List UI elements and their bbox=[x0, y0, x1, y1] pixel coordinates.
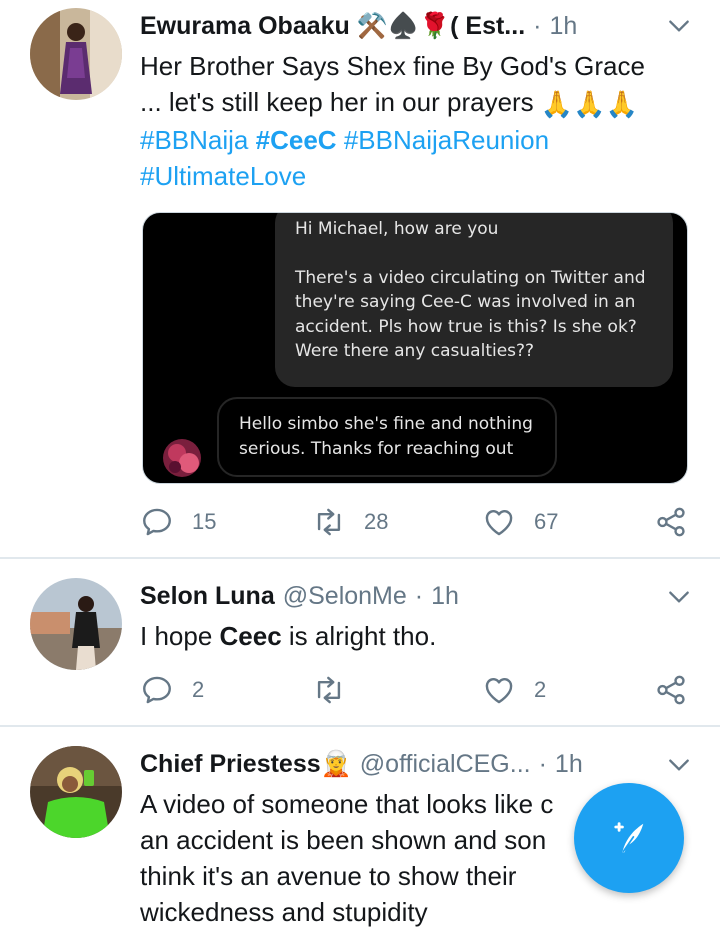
tweet-text-line: Her Brother Says Shex fine By God's Grac… bbox=[140, 51, 645, 81]
chat-bubble-sent: Hi Michael, how are you There's a video … bbox=[275, 213, 673, 387]
share-icon bbox=[657, 675, 685, 705]
chat-message: Hello simbo she's fine and nothing serio… bbox=[239, 414, 533, 459]
tweet-header: Selon Luna @SelonMe · 1h bbox=[140, 576, 650, 616]
tweet-divider bbox=[0, 725, 720, 727]
like-button[interactable]: 2 bbox=[482, 670, 546, 710]
reply-count: 15 bbox=[192, 509, 217, 534]
separator-dot: · bbox=[533, 11, 542, 40]
user-handle[interactable]: @officialCEG... bbox=[360, 750, 531, 779]
compose-tweet-icon bbox=[614, 822, 644, 853]
tweet-media-image[interactable]: Hi Michael, how are you There's a video … bbox=[142, 212, 688, 484]
like-count: 67 bbox=[534, 509, 559, 534]
tweet-text-line: wickedness and stupidity bbox=[140, 897, 428, 927]
heart-icon bbox=[485, 678, 513, 704]
tweet-text-fragment: ... let's still keep her in our prayers bbox=[140, 87, 541, 117]
tweet-text-line: ... let's still keep her in our prayers … bbox=[140, 84, 700, 122]
chat-avatar bbox=[163, 439, 201, 477]
share-icon bbox=[657, 507, 685, 537]
tweet-text-fragment: I hope bbox=[140, 621, 220, 651]
tweet-header: Chief Priestess🧝 @officialCEG... · 1h bbox=[140, 744, 650, 784]
chat-message: Hi Michael, how are you bbox=[295, 219, 499, 239]
retweet-button[interactable] bbox=[312, 670, 364, 710]
avatar[interactable] bbox=[30, 578, 122, 670]
display-name[interactable]: Chief Priestess🧝 bbox=[140, 750, 352, 779]
tweet-text-highlight: Ceec bbox=[219, 621, 282, 651]
like-count: 2 bbox=[534, 677, 547, 702]
hashtag-line: #BBNaija #CeeC #BBNaijaReunion bbox=[140, 122, 700, 158]
avatar[interactable] bbox=[30, 746, 122, 838]
reply-icon bbox=[143, 508, 171, 536]
retweet-icon bbox=[317, 676, 341, 704]
display-name[interactable]: Ewurama Obaaku ⚒️♠️🌹( Est... bbox=[140, 12, 525, 41]
retweet-count: 28 bbox=[364, 509, 389, 534]
like-button[interactable]: 67 bbox=[482, 502, 558, 542]
reply-icon bbox=[143, 676, 171, 704]
reply-count: 2 bbox=[192, 677, 205, 702]
chat-bubble-received: Hello simbo she's fine and nothing serio… bbox=[217, 397, 557, 477]
separator-dot: · bbox=[538, 749, 547, 778]
tweet-text-fragment: is alright tho. bbox=[281, 621, 437, 651]
chevron-down-icon[interactable] bbox=[666, 13, 692, 39]
chevron-down-icon[interactable] bbox=[666, 752, 692, 778]
hashtag[interactable]: #UltimateLove bbox=[140, 161, 306, 191]
reply-button[interactable]: 2 bbox=[140, 670, 204, 710]
separator-dot: · bbox=[414, 581, 424, 610]
tweet-actions: 15 28 67 bbox=[140, 502, 700, 542]
retweet-button[interactable]: 28 bbox=[312, 502, 388, 542]
heart-icon bbox=[485, 510, 513, 536]
compose-tweet-button[interactable] bbox=[574, 783, 684, 893]
timestamp[interactable]: 1h bbox=[431, 582, 459, 611]
hashtag[interactable]: #BBNaijaReunion bbox=[344, 125, 549, 155]
share-button[interactable] bbox=[654, 502, 688, 542]
chevron-down-icon[interactable] bbox=[666, 584, 692, 610]
chat-message: There's a video circulating on Twitter a… bbox=[295, 267, 646, 362]
prayer-hands-icon: 🙏🙏🙏 bbox=[540, 89, 639, 120]
tweet-text: I hope Ceec is alright tho. bbox=[140, 618, 700, 654]
user-handle[interactable]: @SelonMe bbox=[283, 582, 407, 611]
retweet-icon bbox=[317, 508, 341, 536]
timestamp[interactable]: 1h bbox=[549, 12, 577, 41]
tweet-actions: 2 2 bbox=[140, 670, 700, 710]
hashtag[interactable]: #BBNaija bbox=[140, 125, 248, 155]
tweet-divider bbox=[0, 557, 720, 559]
avatar[interactable] bbox=[30, 8, 122, 100]
reply-button[interactable]: 15 bbox=[140, 502, 216, 542]
hashtag-line: #UltimateLove bbox=[140, 158, 700, 194]
timestamp[interactable]: 1h bbox=[555, 750, 583, 779]
display-name[interactable]: Selon Luna bbox=[140, 582, 275, 611]
hashtag[interactable]: #CeeC bbox=[256, 125, 337, 155]
tweet-header: Ewurama Obaaku ⚒️♠️🌹( Est... · 1h bbox=[140, 6, 650, 46]
tweet-text: Her Brother Says Shex fine By God's Grac… bbox=[140, 48, 700, 194]
share-button[interactable] bbox=[654, 670, 688, 710]
